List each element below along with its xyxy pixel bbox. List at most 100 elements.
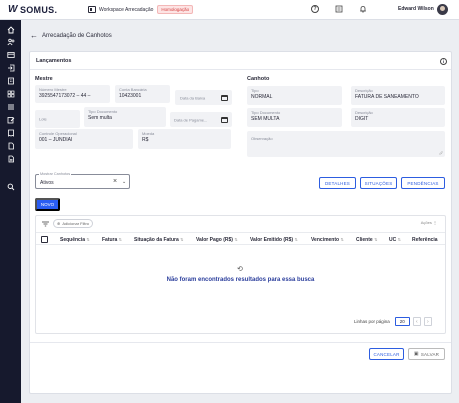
column-label: UC <box>389 237 397 243</box>
canhoto-tipo-documento-field[interactable]: Tipo Documento SEM MULTA <box>247 108 342 127</box>
field-label: Tipo Documento <box>88 109 118 114</box>
field-value: DIGIT <box>355 116 369 122</box>
column-header[interactable]: Valor Emitido (R$) ⇅ <box>250 237 298 243</box>
column-label: Valor Emitido (R$) <box>250 237 294 243</box>
data-pagamento-field[interactable]: Data de Pagame... <box>170 112 232 127</box>
conta-bancaria-field[interactable]: Conta Bancária 10423001 <box>115 85 170 103</box>
logo-mark: W <box>8 4 17 15</box>
situacoes-button[interactable]: SITUAÇÕES <box>360 177 397 189</box>
chevron-down-icon[interactable]: ⌄ <box>122 179 126 185</box>
workspace-selector[interactable]: Workspace Arrecadação <box>88 6 153 13</box>
mestre-title: Mestre <box>35 76 53 82</box>
help-icon[interactable]: ? <box>310 4 320 14</box>
acoes-label: Ações <box>420 220 432 225</box>
field-value: SEM MULTA <box>251 116 280 122</box>
mostrar-canhotos-select[interactable]: Mostrar Canhotos Ativos × ⌄ <box>35 172 130 189</box>
chevron-left-icon[interactable]: ‹ <box>412 317 421 326</box>
report-icon[interactable] <box>5 154 16 164</box>
add-filter-button[interactable]: ⊕ Adicionar Filtro <box>53 219 94 228</box>
pagination: Linhas por página 20 ‹ › <box>354 317 432 326</box>
column-label: Valor Pago (R$) <box>196 237 233 243</box>
top-bar: W SOMUS. Workspace Arrecadação Homologaç… <box>0 0 459 20</box>
lote-field[interactable]: Lote <box>35 110 80 128</box>
info-icon[interactable]: i <box>440 58 447 65</box>
bell-icon[interactable] <box>358 4 368 14</box>
document-icon[interactable] <box>5 141 16 151</box>
receipt-icon[interactable] <box>5 128 16 138</box>
select-all-checkbox[interactable] <box>41 236 48 243</box>
list-icon[interactable] <box>5 102 16 112</box>
tipo-documento-field[interactable]: Tipo Documento Sem multa <box>84 107 166 127</box>
card-title: Lançamentos <box>36 58 72 64</box>
salvar-button[interactable]: ▣ SALVAR <box>408 348 445 360</box>
page-header: ← Arrecadação de Canhotos <box>30 31 112 40</box>
grid-icon[interactable] <box>5 89 16 99</box>
avatar[interactable] <box>437 4 448 15</box>
clear-icon[interactable]: × <box>113 178 117 185</box>
login-icon[interactable] <box>5 63 16 73</box>
column-header[interactable]: UC ⇅ <box>389 237 401 243</box>
pendencias-button[interactable]: PENDÊNCIAS <box>401 177 445 189</box>
field-label: Tipo Documento <box>251 110 281 115</box>
salvar-label: SALVAR <box>420 351 440 357</box>
numero-mestre-field[interactable]: Número Mestre 3925547173072 – 44 – <box>35 85 110 103</box>
descricao-field[interactable]: Descrição DIGIT <box>351 108 445 127</box>
field-value: FATURA DE SANEAMENTO <box>355 94 419 100</box>
card-icon[interactable] <box>5 50 16 60</box>
controle-operacional-field[interactable]: Controle Operacional 001 – JUNDIAI <box>35 129 133 149</box>
chevron-right-icon[interactable]: › <box>423 317 432 326</box>
refresh-icon: ⟲ <box>237 266 243 273</box>
field-label: Tipo <box>251 88 259 93</box>
column-header[interactable]: Referência <box>412 237 438 243</box>
tipo-field[interactable]: Tipo NORMAL <box>247 86 342 105</box>
edit-icon[interactable] <box>5 115 16 125</box>
column-header[interactable]: Vencimento ⇅ <box>311 237 344 243</box>
home-icon[interactable] <box>5 25 16 35</box>
field-label: Moeda <box>142 131 155 136</box>
sort-icon: ⇅ <box>374 237 378 242</box>
column-header[interactable]: Cliente ⇅ <box>356 237 377 243</box>
divider <box>30 69 451 70</box>
environment-badge: Homologação <box>157 5 194 14</box>
sort-icon: ⇅ <box>340 237 344 242</box>
column-header[interactable]: Fatura ⇅ <box>102 237 122 243</box>
resize-handle-icon[interactable] <box>438 150 443 155</box>
back-arrow-icon[interactable]: ← <box>30 31 38 40</box>
field-label: Descrição <box>355 110 373 115</box>
rows-per-page-select[interactable]: 20 <box>394 317 410 326</box>
sort-icon: ⇅ <box>180 237 184 242</box>
user-name[interactable]: Edward Wilson <box>398 6 434 12</box>
column-header[interactable]: Sequência ⇅ <box>60 237 90 243</box>
data-baixa-field[interactable]: Data da Baixa <box>175 90 232 105</box>
field-value: R$ <box>142 137 149 143</box>
field-value: Sem multa <box>88 115 112 121</box>
people-icon[interactable] <box>5 37 16 47</box>
notes-icon[interactable] <box>334 4 344 14</box>
field-label: Descrição <box>355 88 373 93</box>
field-label: Observação <box>251 136 273 141</box>
column-label: Situação da Fatura <box>134 237 179 243</box>
building-icon[interactable] <box>5 76 16 86</box>
plus-icon: ⊕ <box>57 221 61 226</box>
cancelar-button[interactable]: CANCELAR <box>369 348 404 360</box>
calendar-icon[interactable] <box>221 94 228 101</box>
search-icon[interactable] <box>5 182 16 192</box>
acoes-menu[interactable]: Ações ⋮ <box>421 220 437 225</box>
detalhes-button[interactable]: DETALHES <box>319 177 356 189</box>
moeda-field[interactable]: Moeda R$ <box>138 129 231 149</box>
select-label: Mostrar Canhotos <box>39 172 72 176</box>
field-label: Controle Operacional <box>39 131 77 136</box>
field-label: Conta Bancária <box>119 87 147 92</box>
descricao-field[interactable]: Descrição FATURA DE SANEAMENTO <box>351 86 445 105</box>
canhoto-title: Canhoto <box>247 76 270 82</box>
filter-icon[interactable] <box>42 221 49 227</box>
column-header[interactable]: Valor Pago (R$) ⇅ <box>196 237 238 243</box>
page-title: Arrecadação de Canhotos <box>42 32 112 39</box>
column-label: Vencimento <box>311 237 340 243</box>
observacao-field[interactable]: Observação <box>247 131 445 157</box>
column-header[interactable]: Situação da Fatura ⇅ <box>134 237 183 243</box>
somus-logo[interactable]: W SOMUS. <box>0 4 84 15</box>
calendar-icon[interactable] <box>221 116 228 123</box>
save-icon: ▣ <box>413 351 419 357</box>
novo-button[interactable]: NOVO <box>35 198 60 211</box>
